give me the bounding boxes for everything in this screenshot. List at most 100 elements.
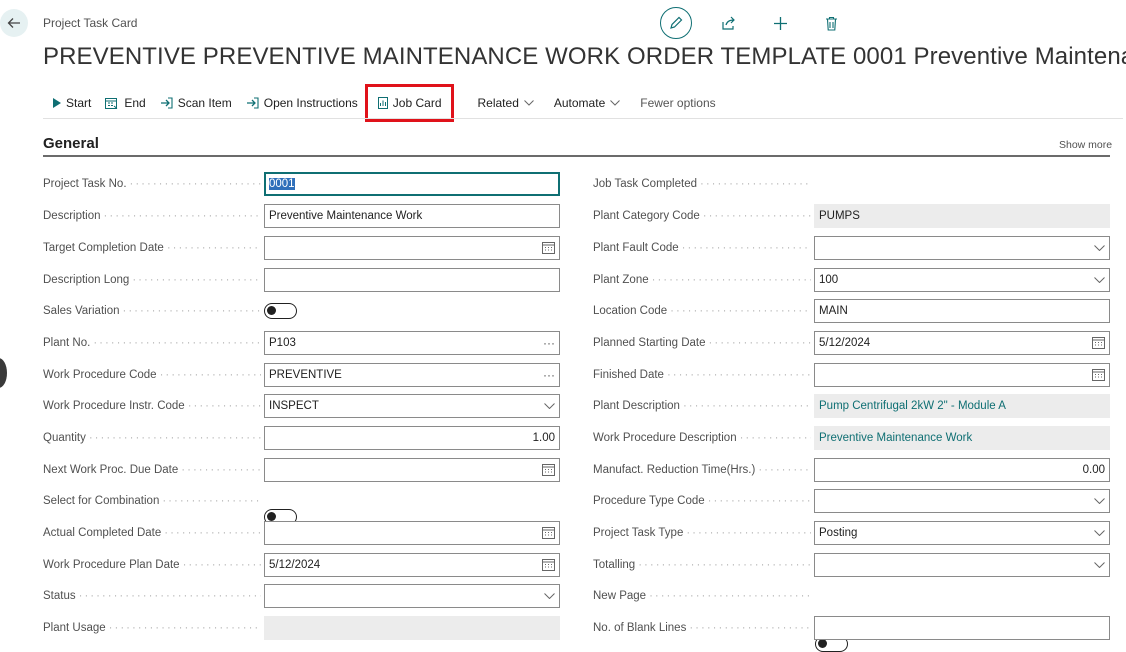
chevron-down-icon (544, 403, 555, 409)
label-work-procedure-instr-code: Work Procedure Instr. Code··············… (43, 400, 261, 412)
label-plant-no: Plant No.·······························… (43, 337, 261, 349)
work-procedure-instr-code-select[interactable]: INSPECT (264, 394, 560, 418)
divider (43, 118, 1123, 119)
fewer-options-button[interactable]: Fewer options (640, 96, 715, 110)
finished-date-input[interactable] (814, 363, 1110, 387)
label-plant-usage: Plant Usage·····························… (43, 622, 261, 634)
edit-button[interactable] (660, 7, 692, 39)
work-procedure-description-field[interactable]: Preventive Maintenance Work (814, 426, 1110, 450)
label-actual-completed-date: Actual Completed Date···················… (43, 527, 261, 539)
manufact-reduction-time-input[interactable]: 0.00 (814, 458, 1110, 482)
back-button[interactable] (0, 9, 28, 37)
work-procedure-plan-date-input[interactable]: 5/12/2024 (264, 553, 560, 577)
scan-item-action[interactable]: Scan Item (160, 96, 232, 110)
label-work-procedure-code: Work Procedure Code·····················… (43, 369, 261, 381)
label-totalling: Totalling·······························… (593, 559, 811, 571)
label-target-completion-date: Target Completion Date··················… (43, 242, 261, 254)
description-input[interactable]: Preventive Maintenance Work (264, 204, 560, 228)
label-description-long: Description Long························… (43, 274, 261, 286)
chevron-down-icon (1094, 530, 1105, 536)
section-divider (43, 155, 1110, 157)
play-icon (53, 98, 61, 108)
calendar-end-icon (105, 98, 118, 109)
no-of-blank-lines-input[interactable] (814, 616, 1110, 640)
plant-no-input[interactable]: P103 ··· (264, 331, 560, 355)
location-code-input[interactable]: MAIN (814, 299, 1110, 323)
label-finished-date: Finished Date···························… (593, 369, 811, 381)
chevron-down-icon (1094, 277, 1105, 283)
chevron-down-icon (544, 593, 555, 599)
breadcrumb: Project Task Card (43, 16, 138, 30)
plant-fault-code-select[interactable] (814, 236, 1110, 260)
job-card-highlight (365, 84, 454, 122)
next-work-proc-due-date-input[interactable] (264, 458, 560, 482)
project-task-no-input[interactable]: 0001 (264, 172, 560, 196)
calendar-icon[interactable] (1092, 369, 1105, 381)
trash-icon (825, 16, 837, 31)
calendar-icon[interactable] (1092, 337, 1105, 349)
label-next-work-proc-due-date: Next Work Proc. Due Date················… (43, 464, 261, 476)
label-quantity: Quantity································… (43, 432, 261, 444)
sign-in-icon (246, 97, 259, 109)
end-action[interactable]: End (105, 96, 146, 110)
label-plant-category-code: Plant Category Code·····················… (593, 210, 811, 222)
calendar-icon[interactable] (542, 464, 555, 476)
label-status: Status ·································· (43, 590, 261, 602)
label-new-page: New Page································… (593, 590, 811, 602)
related-menu[interactable]: Related (478, 96, 534, 110)
page-title: PREVENTIVE PREVENTIVE MAINTENANCE WORK O… (43, 43, 1126, 70)
planned-starting-date-input[interactable]: 5/12/2024 (814, 331, 1110, 355)
chevron-down-icon (1094, 562, 1105, 568)
section-title: General (43, 135, 99, 152)
label-location-code: Location Code···························… (593, 305, 811, 317)
label-manufact-reduction-time: Manufact. Reduction Time(Hrs.)··········… (593, 464, 811, 476)
label-sales-variation: Sales Variation ·························… (43, 305, 261, 317)
start-action[interactable]: Start (53, 96, 91, 110)
open-instructions-action[interactable]: Open Instructions (246, 96, 358, 110)
side-handle[interactable] (0, 358, 7, 388)
actual-completed-date-input[interactable] (264, 521, 560, 545)
label-plant-description: Plant Description·······················… (593, 400, 811, 412)
work-procedure-code-input[interactable]: PREVENTIVE ··· (264, 363, 560, 387)
plant-category-code-field: PUMPS (814, 204, 1110, 228)
label-select-for-combination: Select for Combination··················… (43, 495, 261, 507)
label-work-procedure-description: Work Procedure Description··············… (593, 432, 811, 444)
sales-variation-toggle[interactable] (264, 303, 297, 319)
chevron-down-icon (524, 100, 534, 106)
label-plant-zone: Plant Zone······························… (593, 274, 811, 286)
label-no-of-blank-lines: No. of Blank Lines······················… (593, 622, 811, 634)
label-planned-starting-date: Planned Starting Date···················… (593, 337, 811, 349)
plant-description-field[interactable]: Pump Centrifugal 2kW 2" - Module A (814, 394, 1110, 418)
automate-menu[interactable]: Automate (554, 96, 621, 110)
label-job-task-completed: Job Task Completed······················… (593, 178, 811, 190)
status-select[interactable] (264, 584, 560, 608)
sign-in-icon (160, 97, 173, 109)
chevron-down-icon (1094, 245, 1105, 251)
calendar-icon[interactable] (542, 527, 555, 539)
show-more-link[interactable]: Show more (1059, 139, 1112, 151)
label-procedure-type-code: Procedure Type Code·····················… (593, 495, 811, 507)
arrow-left-icon (7, 18, 20, 28)
label-work-procedure-plan-date: Work Procedure Plan Date················… (43, 559, 261, 571)
delete-button[interactable] (816, 9, 846, 37)
procedure-type-code-select[interactable] (814, 489, 1110, 513)
share-button[interactable] (713, 9, 743, 37)
label-project-task-type: Project Task Type·······················… (593, 527, 811, 539)
quantity-input[interactable]: 1.00 (264, 426, 560, 450)
calendar-icon[interactable] (542, 242, 555, 254)
target-completion-date-input[interactable] (264, 236, 560, 260)
plant-usage-field (264, 616, 560, 640)
plant-zone-select[interactable]: 100 (814, 268, 1110, 292)
calendar-icon[interactable] (542, 559, 555, 571)
share-icon (721, 16, 735, 30)
pencil-icon (670, 16, 683, 29)
lookup-button[interactable]: ··· (543, 368, 555, 382)
description-long-input[interactable] (264, 268, 560, 292)
totalling-select[interactable] (814, 553, 1110, 577)
chevron-down-icon (610, 100, 621, 106)
chevron-down-icon (1094, 498, 1105, 504)
new-button[interactable] (765, 9, 795, 37)
project-task-type-select[interactable]: Posting (814, 521, 1110, 545)
label-description: Description ·····························… (43, 210, 261, 222)
lookup-button[interactable]: ··· (543, 336, 555, 350)
